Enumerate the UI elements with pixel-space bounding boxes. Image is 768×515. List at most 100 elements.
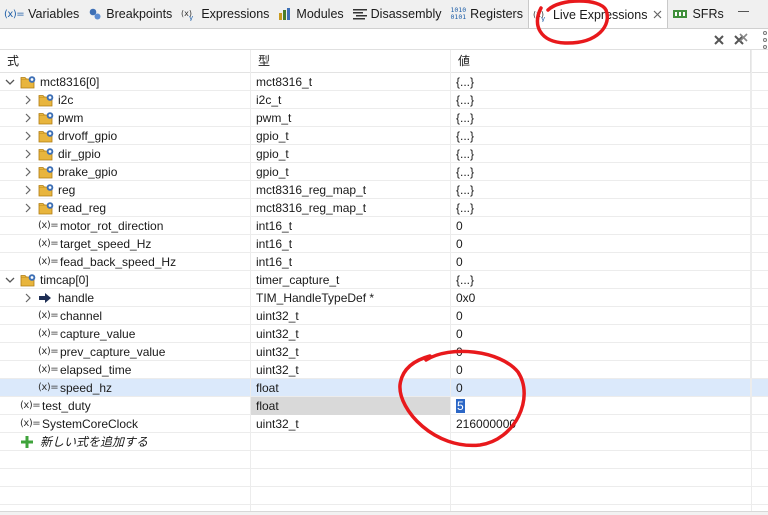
tree-row[interactable]: (x)= motor_rot_direction int16_t 0: [0, 217, 768, 235]
value-cell[interactable]: {...}: [451, 127, 751, 145]
value-cell[interactable]: 0: [451, 235, 751, 253]
value-cell[interactable]: {...}: [451, 181, 751, 199]
tree-row[interactable]: (x)= SystemCoreClock uint32_t 216000000: [0, 415, 768, 433]
tree-rows: mct8316[0] mct8316_t {...} i2c i2c_t {...} pwm…: [0, 73, 768, 505]
value-cell[interactable]: 0: [451, 217, 751, 235]
expression-cell[interactable]: 新しい式を追加する: [0, 433, 251, 451]
tree-row[interactable]: (x)= speed_hz float 0: [0, 379, 768, 397]
expression-name: prev_capture_value: [60, 345, 166, 359]
chevron-right-icon[interactable]: [22, 181, 34, 199]
chevron-right-icon[interactable]: [22, 289, 34, 307]
tree-row[interactable]: (x)= test_duty float 5: [0, 397, 768, 415]
tab-registers[interactable]: 1010 0101 Registers: [447, 0, 528, 28]
expression-cell[interactable]: (x)= prev_capture_value: [0, 343, 251, 361]
value-cell[interactable]: {...}: [451, 271, 751, 289]
expression-cell[interactable]: mct8316[0]: [0, 73, 251, 91]
remove-expression-icon[interactable]: [711, 32, 727, 48]
chevron-right-icon[interactable]: [22, 145, 34, 163]
value-cell[interactable]: [451, 433, 751, 451]
value-cell[interactable]: 216000000: [451, 415, 751, 433]
tab-variables[interactable]: (x)= Variables: [0, 0, 84, 28]
expression-cell[interactable]: timcap[0]: [0, 271, 251, 289]
value-cell[interactable]: 0: [451, 307, 751, 325]
tab-breakpoints[interactable]: Breakpoints: [84, 0, 177, 28]
tree-row[interactable]: reg mct8316_reg_map_t {...}: [0, 181, 768, 199]
tree-row[interactable]: 新しい式を追加する: [0, 433, 768, 451]
chevron-down-icon[interactable]: [4, 271, 16, 289]
remove-all-expressions-icon[interactable]: [733, 32, 749, 48]
value-text: {...}: [456, 201, 475, 215]
expression-cell[interactable]: dir_gpio: [0, 145, 251, 163]
value-cell[interactable]: {...}: [451, 145, 751, 163]
close-icon[interactable]: [653, 8, 662, 22]
column-header-expression[interactable]: 式: [0, 50, 251, 73]
expression-cell[interactable]: (x)= fead_back_speed_Hz: [0, 253, 251, 271]
column-header-value[interactable]: 値: [451, 50, 751, 73]
value-cell[interactable]: 0: [451, 343, 751, 361]
chevron-right-icon[interactable]: [22, 199, 34, 217]
expression-cell[interactable]: i2c: [0, 91, 251, 109]
expression-cell[interactable]: (x)= channel: [0, 307, 251, 325]
tree-row[interactable]: drvoff_gpio gpio_t {...}: [0, 127, 768, 145]
tree-row[interactable]: brake_gpio gpio_t {...}: [0, 163, 768, 181]
expression-cell[interactable]: (x)= SystemCoreClock: [0, 415, 251, 433]
expression-cell[interactable]: read_reg: [0, 199, 251, 217]
minimize-icon[interactable]: [738, 5, 750, 17]
value-cell[interactable]: 0: [451, 379, 751, 397]
expression-cell[interactable]: brake_gpio: [0, 163, 251, 181]
chevron-right-icon[interactable]: [22, 163, 34, 181]
tab-disassembly[interactable]: Disassembly: [349, 0, 447, 28]
value-edit-field[interactable]: 5: [456, 399, 465, 413]
value-cell[interactable]: 5: [451, 397, 751, 415]
type-cell: gpio_t: [251, 127, 451, 145]
value-cell[interactable]: {...}: [451, 199, 751, 217]
value-cell[interactable]: 0x0: [451, 289, 751, 307]
tree-row[interactable]: (x)= channel uint32_t 0: [0, 307, 768, 325]
value-cell[interactable]: 0: [451, 325, 751, 343]
tree-row[interactable]: (x)= prev_capture_value uint32_t 0: [0, 343, 768, 361]
tree-row[interactable]: i2c i2c_t {...}: [0, 91, 768, 109]
tab-modules[interactable]: Modules: [274, 0, 348, 28]
tree-row[interactable]: (x)= fead_back_speed_Hz int16_t 0: [0, 253, 768, 271]
chevron-right-icon[interactable]: [22, 91, 34, 109]
tree-row[interactable]: (x)= elapsed_time uint32_t 0: [0, 361, 768, 379]
type-cell: int16_t: [251, 217, 451, 235]
value-cell[interactable]: 0: [451, 253, 751, 271]
expression-cell[interactable]: (x)= speed_hz: [0, 379, 251, 397]
expression-cell[interactable]: (x)= elapsed_time: [0, 361, 251, 379]
tree-row[interactable]: read_reg mct8316_reg_map_t {...}: [0, 199, 768, 217]
view-menu-icon[interactable]: [762, 31, 768, 49]
expression-cell[interactable]: handle: [0, 289, 251, 307]
value-cell[interactable]: {...}: [451, 91, 751, 109]
tree-row[interactable]: handle TIM_HandleTypeDef * 0x0: [0, 289, 768, 307]
tab-live-expressions[interactable]: (x) y Live Expressions: [527, 0, 669, 28]
svg-text:y: y: [189, 14, 193, 21]
chevron-down-icon[interactable]: [4, 73, 16, 91]
expression-cell[interactable]: (x)= capture_value: [0, 325, 251, 343]
tree-row[interactable]: pwm pwm_t {...}: [0, 109, 768, 127]
tree-row[interactable]: (x)= target_speed_Hz int16_t 0: [0, 235, 768, 253]
expression-cell[interactable]: drvoff_gpio: [0, 127, 251, 145]
horizontal-scrollbar[interactable]: [0, 511, 768, 515]
expression-cell[interactable]: (x)= target_speed_Hz: [0, 235, 251, 253]
column-header-type[interactable]: 型: [251, 50, 451, 73]
value-cell[interactable]: {...}: [451, 73, 751, 91]
expression-cell[interactable]: (x)= motor_rot_direction: [0, 217, 251, 235]
tree-row[interactable]: dir_gpio gpio_t {...}: [0, 145, 768, 163]
chevron-right-icon[interactable]: [22, 109, 34, 127]
tab-expressions[interactable]: (x) y Expressions: [177, 0, 274, 28]
tree-row[interactable]: timcap[0] timer_capture_t {...}: [0, 271, 768, 289]
tree-row[interactable]: (x)= capture_value uint32_t 0: [0, 325, 768, 343]
value-cell[interactable]: {...}: [451, 163, 751, 181]
tree-row[interactable]: mct8316[0] mct8316_t {...}: [0, 73, 768, 91]
tab-sfrs[interactable]: SFRs: [668, 0, 728, 28]
variable-icon: (x)=: [38, 346, 59, 357]
expression-cell[interactable]: pwm: [0, 109, 251, 127]
expression-cell[interactable]: (x)= test_duty: [0, 397, 251, 415]
chevron-right-icon[interactable]: [22, 127, 34, 145]
value-cell[interactable]: {...}: [451, 109, 751, 127]
expression-name: elapsed_time: [60, 363, 132, 377]
variable-icon: (x)=: [20, 400, 41, 411]
expression-cell[interactable]: reg: [0, 181, 251, 199]
value-cell[interactable]: 0: [451, 361, 751, 379]
